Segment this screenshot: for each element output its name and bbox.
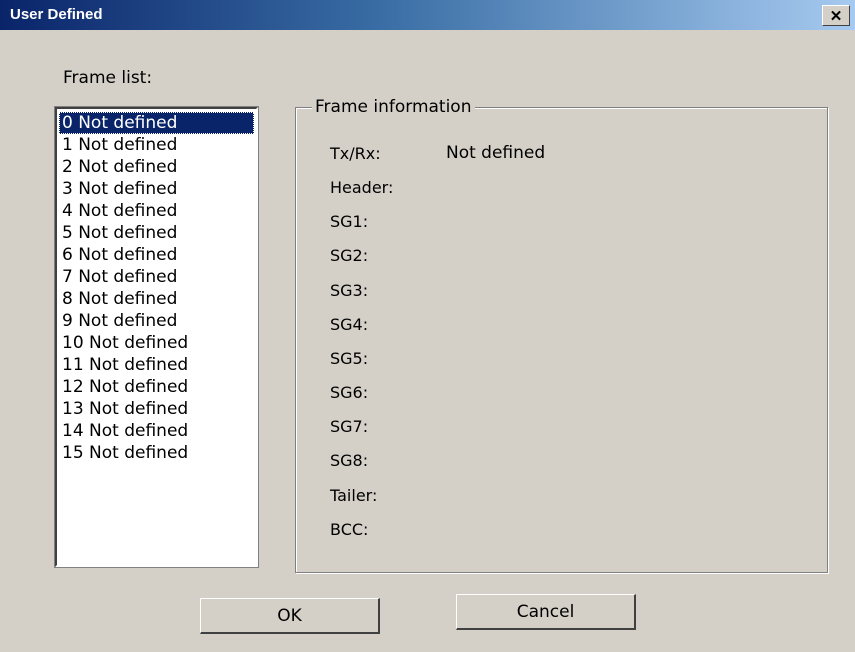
frame-list-items: 0 Not defined 1 Not defined 2 Not defined 3… [59,112,254,464]
title-bar[interactable]: User Defined ✕ [0,0,855,30]
frame-list-item[interactable]: 1 Not defined [59,134,254,156]
ok-button[interactable]: OK [200,598,380,634]
sg7-label: SG7: [330,417,369,436]
frame-list-item[interactable]: 15 Not defined [59,442,254,464]
cancel-button[interactable]: Cancel [456,594,636,630]
frame-list-item[interactable]: 4 Not defined [59,200,254,222]
frame-list-item[interactable]: 0 Not defined [59,112,254,134]
sg3-label: SG3: [330,281,369,300]
frame-list-item[interactable]: 13 Not defined [59,398,254,420]
header-label: Header: [330,178,394,197]
sg4-label: SG4: [330,315,369,334]
frame-list-item[interactable]: 14 Not defined [59,420,254,442]
sg1-label: SG1: [330,212,369,231]
frame-list-item[interactable]: 3 Not defined [59,178,254,200]
tailer-label: Tailer: [330,486,378,505]
frame-list-item[interactable]: 12 Not defined [59,376,254,398]
bcc-label: BCC: [330,520,369,539]
frame-list-item[interactable]: 2 Not defined [59,156,254,178]
frame-listbox[interactable]: 0 Not defined 1 Not defined 2 Not defined 3… [54,106,259,568]
txrx-label: Tx/Rx: [330,144,381,163]
frame-list-item[interactable]: 10 Not defined [59,332,254,354]
close-button[interactable]: ✕ [822,5,850,26]
cancel-button-label: Cancel [516,601,575,622]
ok-button-label: OK [277,605,302,626]
txrx-value: Not defined [446,143,546,163]
window-title: User Defined [10,6,103,23]
frame-list-item[interactable]: 8 Not defined [59,288,254,310]
user-defined-dialog: User Defined ✕ Frame list: 0 Not defined… [0,0,855,652]
frame-information-title: Frame information [312,97,475,117]
sg5-label: SG5: [330,349,369,368]
frame-list-item[interactable]: 5 Not defined [59,222,254,244]
frame-list-item[interactable]: 9 Not defined [59,310,254,332]
sg2-label: SG2: [330,246,369,265]
sg6-label: SG6: [330,383,369,402]
frame-list-item[interactable]: 11 Not defined [59,354,254,376]
sg8-label: SG8: [330,451,369,470]
frame-list-label: Frame list: [63,68,153,88]
frame-list-item[interactable]: 7 Not defined [59,266,254,288]
frame-list-item[interactable]: 6 Not defined [59,244,254,266]
close-icon: ✕ [829,7,843,25]
